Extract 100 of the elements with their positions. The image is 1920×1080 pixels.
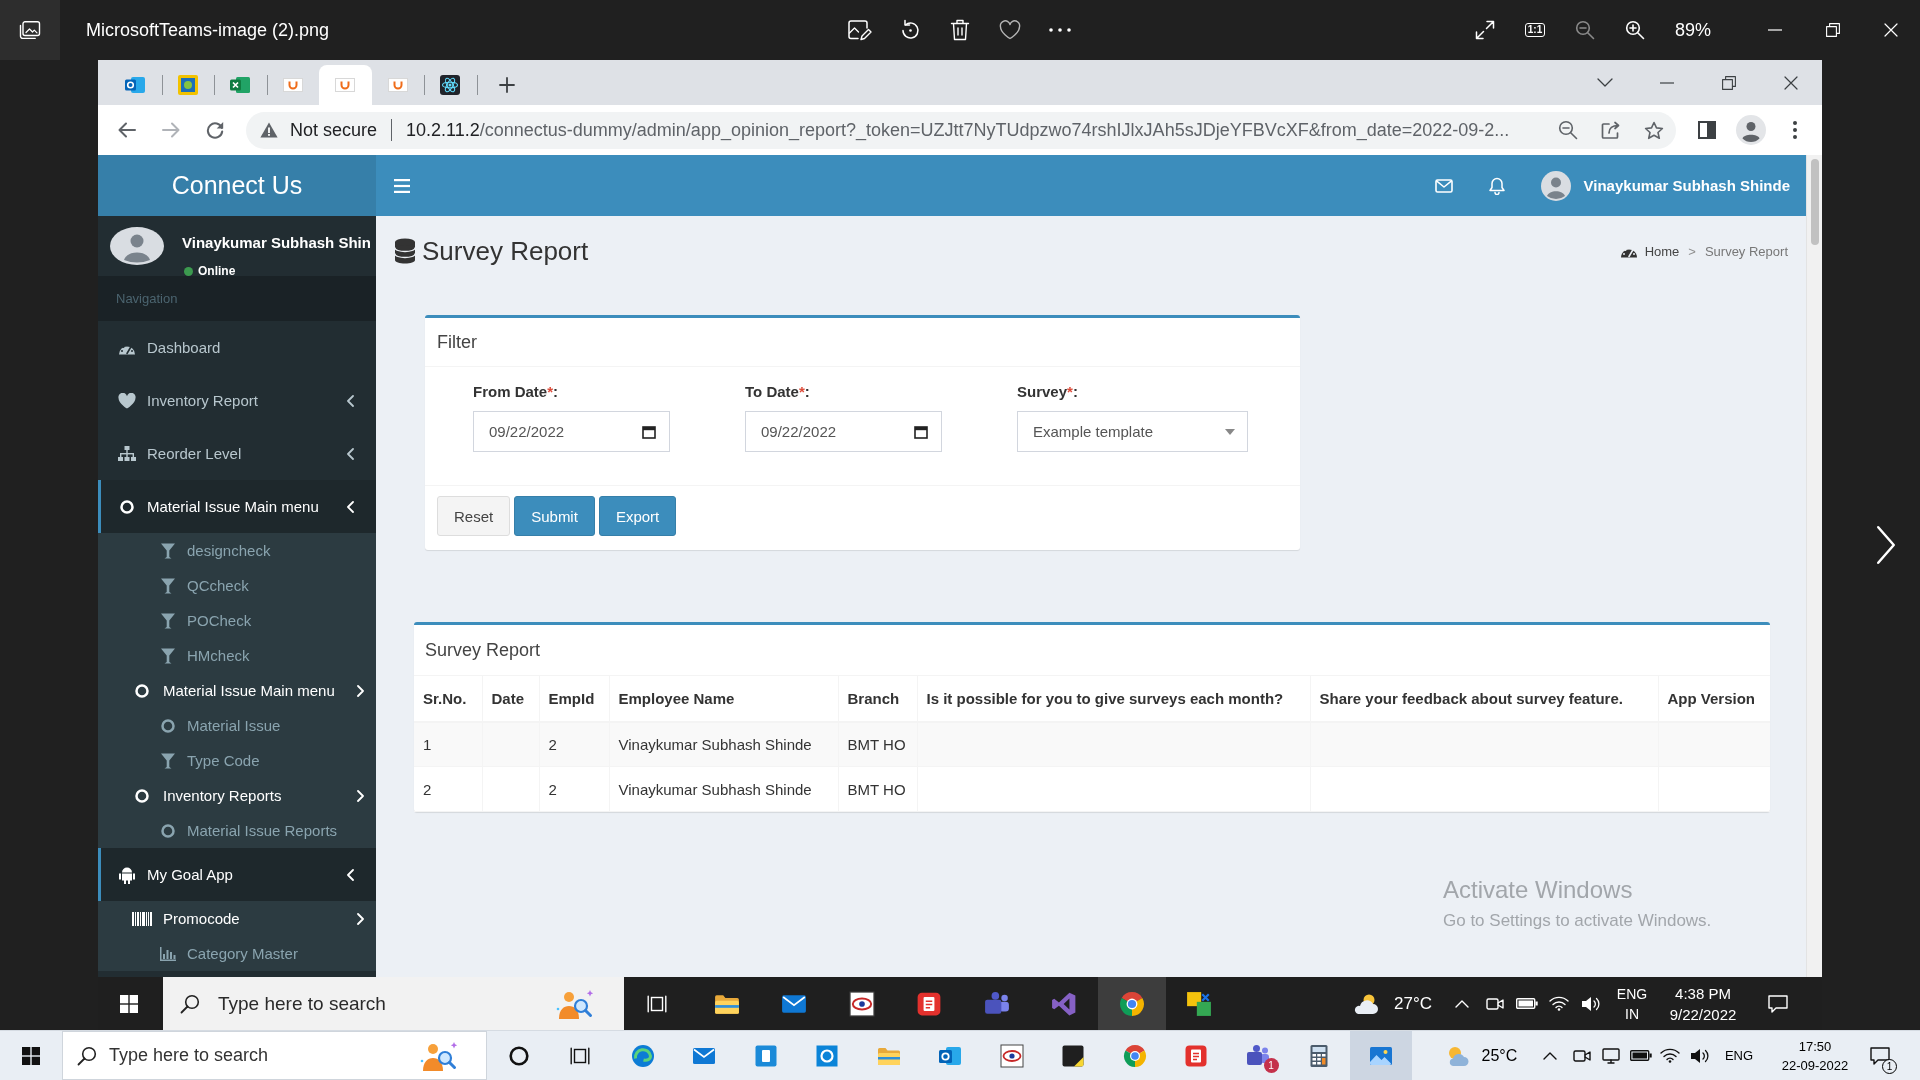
- delete-icon[interactable]: [950, 19, 970, 41]
- nav-item[interactable]: Dashboard: [98, 321, 376, 374]
- actual-size-button[interactable]: 1:1: [1524, 23, 1546, 37]
- side-panel-icon[interactable]: [1698, 121, 1716, 139]
- zoom-out-icon[interactable]: [1557, 120, 1578, 140]
- submit-button[interactable]: Submit: [514, 496, 595, 536]
- profile-icon[interactable]: [1736, 115, 1766, 145]
- search-field[interactable]: Type here to search: [62, 1031, 487, 1080]
- clock-date[interactable]: 22-09-2022: [1781, 1055, 1849, 1075]
- taskbar-button[interactable]: 1: [1227, 1031, 1289, 1080]
- chevron-up-icon[interactable]: [1542, 1051, 1557, 1060]
- brand-logo[interactable]: Connect Us: [98, 155, 376, 216]
- submenu-item[interactable]: Promocode: [98, 901, 376, 936]
- more-vertical-icon[interactable]: [1793, 121, 1797, 139]
- zoom-in-icon[interactable]: [1625, 20, 1645, 40]
- clock-time[interactable]: 17:50: [1798, 1036, 1832, 1056]
- security-indicator[interactable]: Not secure: [290, 119, 378, 141]
- heart-icon[interactable]: [999, 20, 1021, 40]
- url-text[interactable]: 10.2.11.2/connectus-dummy/admin/app_opinion_report?_token=UZJtt7NyTUdpzwo74rshIJlxJAh5sJDjeYFBVcXF&from_date=2022-09-2...: [406, 119, 1510, 141]
- taskbar-button[interactable]: [1098, 977, 1166, 1030]
- more-icon[interactable]: [1049, 28, 1071, 32]
- speaker-icon[interactable]: [1689, 1047, 1710, 1064]
- nav-item[interactable]: Inventory Report: [98, 374, 376, 427]
- submenu-item[interactable]: HMcheck: [98, 638, 376, 673]
- submenu-item[interactable]: designcheck: [98, 533, 376, 568]
- submenu-item[interactable]: Material Issue Main menu: [98, 673, 376, 708]
- region-label[interactable]: IN: [1625, 1003, 1639, 1024]
- camera-icon[interactable]: [1486, 996, 1504, 1011]
- plus-icon[interactable]: [498, 77, 515, 93]
- zoom-out-icon[interactable]: [1575, 20, 1595, 40]
- back-arrow-icon[interactable]: [118, 122, 136, 138]
- ring-icon[interactable]: [509, 1045, 529, 1066]
- column-header: Employee Name: [609, 675, 838, 722]
- submenu-item[interactable]: POCheck: [98, 603, 376, 638]
- share-icon[interactable]: [1600, 121, 1621, 139]
- chevron-down-icon[interactable]: [1597, 78, 1613, 87]
- submenu-item[interactable]: Inventory Reports: [98, 778, 376, 813]
- weather-icon: [1352, 992, 1380, 1015]
- submenu-item[interactable]: Category Master: [98, 936, 376, 971]
- windows-icon[interactable]: [22, 1046, 40, 1065]
- task-view-icon[interactable]: [570, 1046, 590, 1065]
- battery-icon[interactable]: [1629, 1050, 1652, 1061]
- robot-icon: [119, 865, 135, 884]
- clock-date[interactable]: 9/22/2022: [1669, 1003, 1737, 1025]
- submenu-item[interactable]: QCcheck: [98, 568, 376, 603]
- calendar-icon[interactable]: [914, 424, 928, 439]
- camera-icon[interactable]: [1572, 1048, 1591, 1063]
- calendar-icon[interactable]: [642, 424, 656, 439]
- reset-button[interactable]: Reset: [437, 496, 511, 536]
- address-bar[interactable]: Not secure 10.2.11.2/connectus-dummy/admin/app_opinion_report?_token=UZJtt7NyTUdpzwo74rshIJlxJAh5sJDjeYFBVcXF&from_date=2022-09-2...: [246, 111, 1676, 149]
- chevron-right-icon[interactable]: [1876, 525, 1896, 565]
- chevron-right-icon: [357, 684, 364, 697]
- scrollbar-track[interactable]: [1806, 155, 1822, 977]
- image-edit-icon[interactable]: [848, 19, 872, 41]
- submenu-item[interactable]: Material Issue: [98, 708, 376, 743]
- expand-icon[interactable]: [1475, 20, 1495, 40]
- nav-item[interactable]: Reorder Level: [98, 427, 376, 480]
- export-button[interactable]: Export: [598, 496, 677, 536]
- people-icon: [983, 990, 1010, 1017]
- reload-icon[interactable]: [206, 121, 224, 139]
- circle-icon: [135, 788, 149, 803]
- wifi-icon[interactable]: [1660, 1048, 1681, 1063]
- language-label[interactable]: ENG: [1724, 1048, 1754, 1063]
- nav-header: Navigation: [98, 276, 376, 321]
- close-icon[interactable]: [1784, 75, 1798, 90]
- date-field[interactable]: 09/22/2022: [473, 411, 670, 452]
- column-header: Is it possible for you to give surveys each month?: [917, 675, 1310, 722]
- language-label[interactable]: ENG: [1616, 983, 1648, 1004]
- date-field[interactable]: 09/22/2022: [745, 411, 942, 452]
- restore-icon[interactable]: [1722, 75, 1736, 90]
- funnel-icon: [161, 577, 175, 594]
- dropdown-field[interactable]: Example template: [1017, 411, 1248, 452]
- color-wheel-icon: [1118, 990, 1145, 1017]
- submenu-item[interactable]: Material Issue Reports: [98, 813, 376, 848]
- submenu-item[interactable]: Type Code: [98, 743, 376, 778]
- minimize-icon[interactable]: [1660, 81, 1674, 84]
- mail-icon[interactable]: [1434, 178, 1453, 193]
- nav-item[interactable]: My Goal App: [98, 848, 376, 901]
- weather-button[interactable]: 27°C: [1348, 977, 1443, 1030]
- breadcrumb-link[interactable]: Home: [1619, 243, 1680, 259]
- breadcrumb-current: Survey Report: [1704, 243, 1788, 259]
- bell-icon[interactable]: [1488, 176, 1505, 195]
- weather-button[interactable]: 25°C: [1439, 1031, 1530, 1080]
- scrollbar-thumb[interactable]: [1810, 159, 1819, 245]
- wifi-icon[interactable]: [1549, 996, 1569, 1011]
- heart-icon: [118, 392, 136, 409]
- app-button[interactable]: [0, 0, 60, 60]
- rotate-icon[interactable]: [899, 19, 921, 41]
- user-menu[interactable]: Vinaykumar Subhash Shinde: [1540, 170, 1790, 201]
- search-field[interactable]: Type here to search: [163, 977, 624, 1030]
- page-logo-icon: [387, 75, 408, 95]
- speaker-icon[interactable]: [1581, 995, 1601, 1012]
- monitor-icon[interactable]: [1602, 1047, 1621, 1064]
- clock-time[interactable]: 4:38 PM: [1675, 982, 1731, 1004]
- square-app-icon: [177, 75, 198, 95]
- battery-icon[interactable]: [1516, 998, 1538, 1009]
- windows-icon[interactable]: [120, 994, 138, 1013]
- nav-item[interactable]: Material Issue Main menu: [98, 480, 376, 533]
- menu-icon[interactable]: [394, 178, 410, 193]
- star-icon[interactable]: [1643, 120, 1664, 140]
